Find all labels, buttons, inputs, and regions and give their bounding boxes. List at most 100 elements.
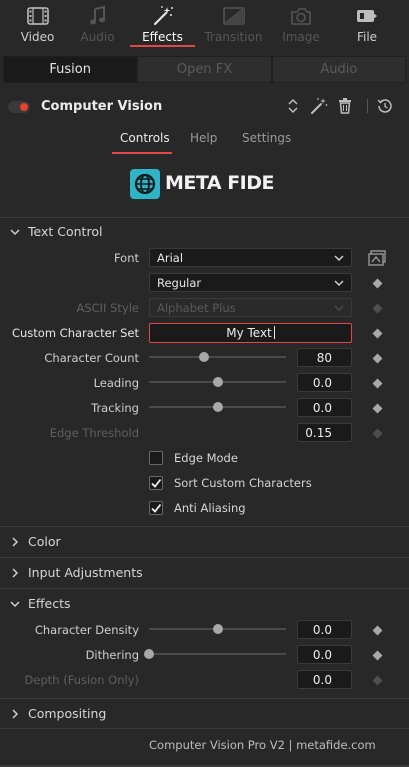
tab-controls[interactable]: Controls	[120, 131, 170, 145]
edge-threshold-field[interactable]: 0.15	[297, 423, 352, 442]
magic-wand-icon	[130, 5, 195, 27]
film-icon	[5, 5, 70, 27]
character-count-field[interactable]: 80	[297, 348, 352, 367]
tab-transition[interactable]: Transition	[195, 0, 272, 47]
custom-character-set-value: My Text	[226, 326, 272, 340]
tab-image-label: Image	[282, 30, 320, 44]
tab-video[interactable]: Video	[5, 0, 70, 47]
magic-wand-reset-icon[interactable]	[310, 97, 328, 115]
tracking-label: Tracking	[91, 401, 139, 415]
custom-character-set-input[interactable]: My Text	[149, 323, 352, 343]
file-icon	[330, 5, 404, 27]
ascii-style-value: Alphabet Plus	[157, 301, 236, 315]
chevron-down-icon	[10, 601, 20, 608]
dithering-field[interactable]: 0.0	[297, 645, 352, 664]
chevron-down-icon	[10, 229, 20, 236]
tab-fusion[interactable]: Fusion	[3, 56, 138, 83]
slider-knob[interactable]	[198, 352, 209, 362]
slider-knob[interactable]	[212, 377, 223, 387]
section-effects-label: Effects	[28, 596, 71, 611]
header-separator	[367, 99, 368, 113]
section-color[interactable]: Color	[0, 532, 409, 552]
divider	[0, 217, 409, 218]
tab-settings[interactable]: Settings	[242, 131, 291, 145]
tab-help[interactable]: Help	[190, 131, 217, 145]
section-text-control-label: Text Control	[28, 224, 103, 239]
section-compositing-label: Compositing	[28, 706, 107, 721]
keyframe-diamond[interactable]	[372, 650, 383, 661]
keyframe-diamond[interactable]	[372, 303, 383, 314]
music-note-icon	[65, 5, 130, 27]
checkmark-icon	[151, 503, 162, 513]
divider	[0, 557, 409, 558]
edge-threshold-value: 0.15	[305, 426, 332, 440]
font-family-select[interactable]: Arial	[149, 248, 352, 267]
divider	[0, 698, 409, 699]
keyframe-diamond[interactable]	[372, 675, 383, 686]
sort-custom-characters-label: Sort Custom Characters	[174, 476, 312, 490]
dithering-slider[interactable]	[144, 648, 286, 660]
effect-enable-toggle[interactable]	[8, 101, 30, 113]
font-style-value: Regular	[157, 276, 202, 290]
slider-knob[interactable]	[212, 402, 223, 412]
section-color-label: Color	[28, 534, 61, 549]
tab-effects[interactable]: Effects	[130, 0, 195, 47]
keyframe-diamond[interactable]	[372, 278, 383, 289]
expand-collapse-icon[interactable]	[284, 97, 302, 115]
tracking-slider[interactable]	[149, 401, 286, 413]
depth-label: Depth (Fusion Only)	[24, 673, 139, 687]
font-style-select[interactable]: Regular	[149, 273, 352, 292]
active-tab-underline	[112, 152, 172, 154]
sort-custom-characters-checkbox[interactable]	[149, 476, 163, 490]
slider-knob[interactable]	[144, 649, 154, 659]
edge-threshold-label: Edge Threshold	[49, 426, 139, 440]
tab-audio-fx[interactable]: Audio	[271, 56, 406, 83]
section-input-adjustments[interactable]: Input Adjustments	[0, 563, 409, 583]
leading-slider[interactable]	[149, 376, 286, 388]
chevron-down-icon	[334, 255, 344, 261]
text-caret	[273, 326, 275, 339]
section-effects[interactable]: Effects	[0, 594, 409, 614]
font-browser-icon[interactable]	[368, 250, 386, 266]
anti-aliasing-checkbox[interactable]	[149, 501, 163, 515]
ascii-style-select[interactable]: Alphabet Plus	[149, 298, 352, 317]
tab-audio[interactable]: Audio	[65, 0, 130, 47]
font-label: Font	[113, 251, 139, 265]
chevron-down-icon	[334, 305, 344, 311]
depth-value: 0.0	[312, 673, 332, 687]
character-density-value: 0.0	[312, 623, 332, 637]
keyframe-diamond[interactable]	[372, 353, 383, 364]
keyframe-diamond[interactable]	[372, 428, 383, 439]
chevron-right-icon	[12, 709, 19, 719]
image-icon	[272, 5, 330, 27]
trash-icon[interactable]	[336, 97, 354, 115]
character-density-slider[interactable]	[149, 623, 286, 635]
chevron-right-icon	[12, 568, 19, 578]
section-input-adjustments-label: Input Adjustments	[28, 565, 143, 580]
anti-aliasing-label: Anti Aliasing	[174, 501, 246, 515]
keyframe-diamond[interactable]	[372, 378, 383, 389]
fx-source-tab-bar: Fusion Open FX Audio	[0, 56, 409, 84]
tab-audio-label: Audio	[80, 30, 115, 44]
effect-header: Computer Vision	[0, 93, 409, 121]
reset-history-icon[interactable]	[376, 97, 394, 115]
depth-field[interactable]: 0.0	[297, 670, 352, 689]
slider-knob[interactable]	[212, 624, 223, 634]
section-compositing[interactable]: Compositing	[0, 704, 409, 724]
checkmark-icon	[151, 478, 162, 488]
leading-label: Leading	[93, 376, 139, 390]
keyframe-diamond[interactable]	[372, 625, 383, 636]
tracking-field[interactable]: 0.0	[297, 398, 352, 417]
tab-image[interactable]: Image	[272, 0, 330, 47]
footer-credit: Computer Vision Pro V2 | metafide.com	[149, 738, 376, 752]
character-density-field[interactable]: 0.0	[297, 620, 352, 639]
tab-file[interactable]: File	[330, 0, 404, 47]
tab-open-fx[interactable]: Open FX	[137, 56, 272, 83]
leading-field[interactable]: 0.0	[297, 373, 352, 392]
keyframe-diamond[interactable]	[372, 403, 383, 414]
section-text-control[interactable]: Text Control	[0, 222, 409, 242]
edge-mode-checkbox[interactable]	[149, 451, 163, 465]
keyframe-diamond[interactable]	[372, 328, 383, 339]
tab-effects-label: Effects	[142, 30, 183, 44]
character-count-slider[interactable]	[149, 351, 286, 363]
